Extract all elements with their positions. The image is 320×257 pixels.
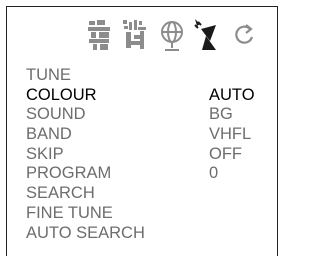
menu-item-value: 0: [209, 164, 219, 183]
menu-item-label: BAND: [26, 125, 72, 144]
menu-item-label: SOUND: [26, 105, 86, 124]
menu-item-auto-search[interactable]: AUTO SEARCH: [26, 224, 271, 244]
picture-settings-icon[interactable]: [85, 17, 115, 53]
menu-item-label: AUTO SEARCH: [26, 223, 145, 242]
menu-icon-bar: [85, 17, 265, 57]
menu-item-band[interactable]: BAND VHFL: [26, 125, 271, 145]
menu-item-search[interactable]: SEARCH: [26, 184, 271, 204]
menu-item-label: SEARCH: [26, 184, 95, 203]
menu-item-label: SKIP: [26, 144, 64, 163]
menu-item-value: VHFL: [209, 125, 252, 144]
tv-osd-menu-panel: TUNE COLOUR AUTO SOUND BG BAND VHFL SKIP…: [6, 6, 278, 256]
menu-item-value: OFF: [209, 144, 242, 163]
menu-item-label: TUNE: [26, 66, 71, 84]
menu-item-tune[interactable]: TUNE: [26, 66, 271, 86]
menu-item-sound[interactable]: SOUND BG: [26, 105, 271, 125]
globe-icon[interactable]: [157, 17, 187, 53]
menu-item-value: AUTO: [209, 85, 255, 104]
menu-item-label: PROGRAM: [26, 164, 112, 183]
menu-item-colour[interactable]: COLOUR AUTO: [26, 86, 271, 106]
menu-item-value: BG: [209, 105, 233, 124]
menu-item-label: COLOUR: [26, 85, 97, 104]
antenna-icon[interactable]: [192, 17, 222, 53]
refresh-icon[interactable]: [228, 17, 258, 53]
settings-menu-list: TUNE COLOUR AUTO SOUND BG BAND VHFL SKIP…: [26, 66, 271, 243]
menu-item-fine-tune[interactable]: FINE TUNE: [26, 204, 271, 224]
sound-settings-icon[interactable]: [120, 17, 150, 53]
menu-item-label: FINE TUNE: [26, 203, 113, 222]
menu-item-skip[interactable]: SKIP OFF: [26, 145, 271, 165]
menu-item-program[interactable]: PROGRAM 0: [26, 164, 271, 184]
